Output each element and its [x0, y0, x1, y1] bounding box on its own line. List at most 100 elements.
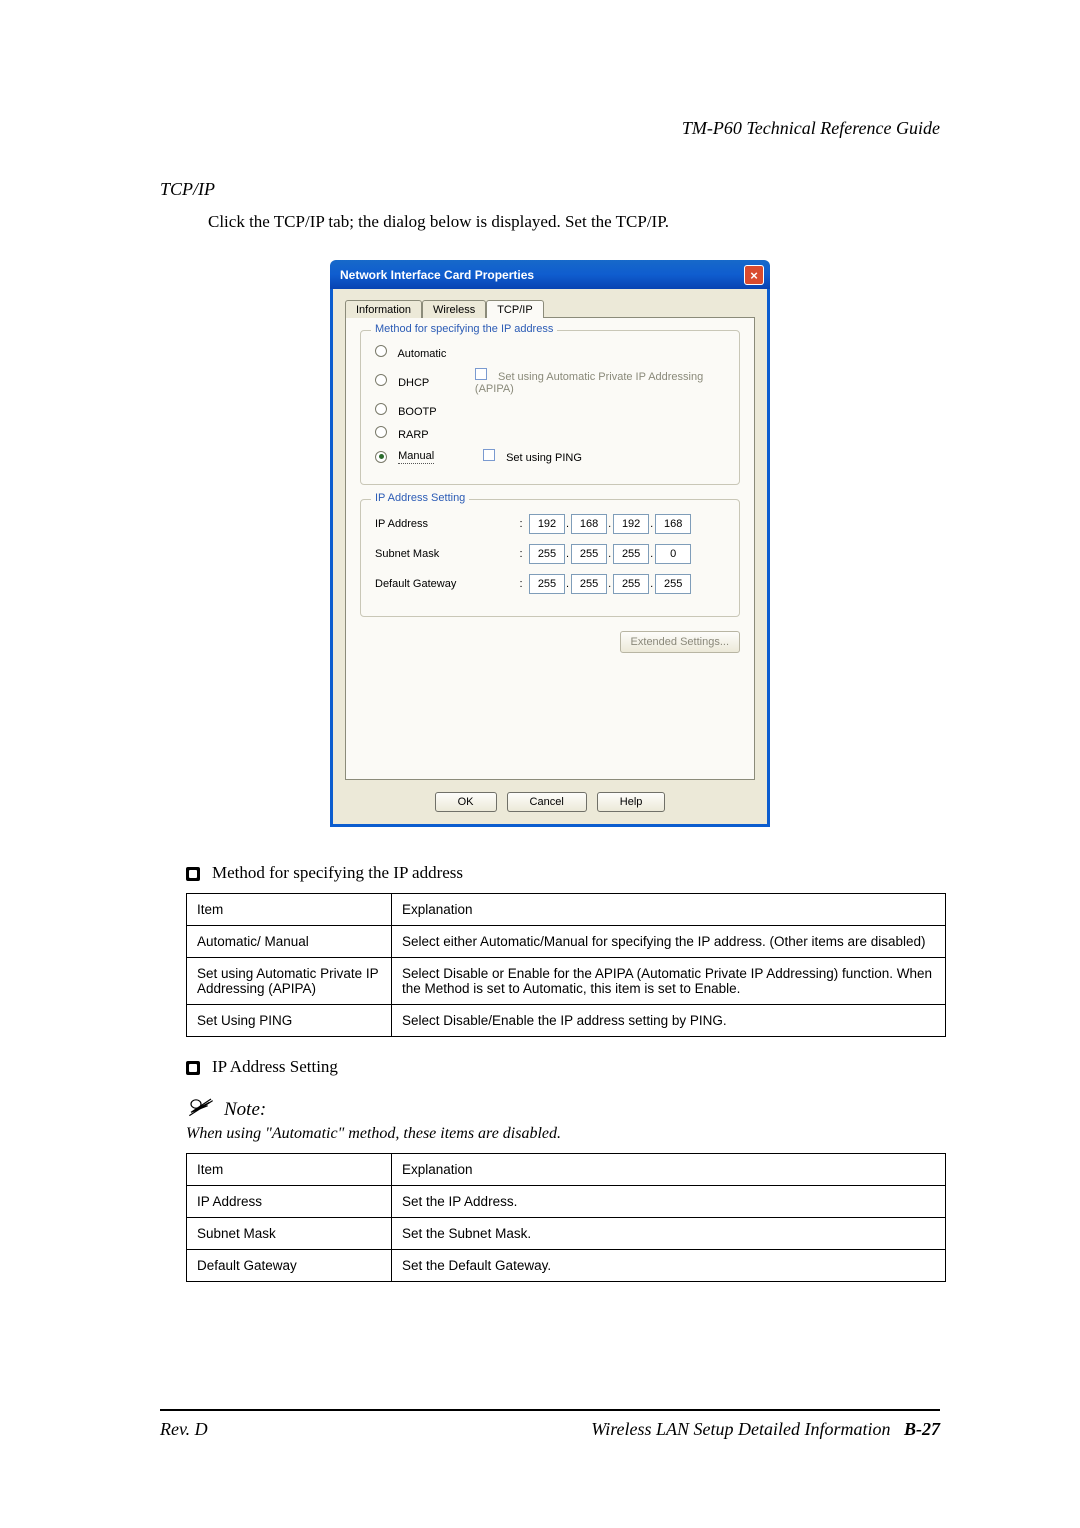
group-ip-settings: IP Address Setting IP Address : 192. 168… [360, 499, 740, 617]
table-row: Set Using PING Select Disable/Enable the… [187, 1005, 946, 1037]
list-item-ipsetting: IP Address Setting [186, 1057, 940, 1077]
table-row: Set using Automatic Private IP Addressin… [187, 958, 946, 1005]
table-head-item: Item [187, 1154, 392, 1186]
table-cell-exp: Select Disable/Enable the IP address set… [392, 1005, 946, 1037]
radio-automatic-label: Automatic [397, 348, 446, 360]
dialog-titlebar: Network Interface Card Properties × [330, 260, 770, 289]
bullet-icon [186, 1061, 200, 1075]
table-head-explanation: Explanation [392, 894, 946, 926]
table-cell-item: Subnet Mask [187, 1218, 392, 1250]
dialog-button-row: OK Cancel Help [345, 792, 755, 812]
tab-information[interactable]: Information [345, 300, 422, 318]
footer-section-title: Wireless LAN Setup Detailed Information [591, 1419, 890, 1439]
group-ip-legend: IP Address Setting [371, 492, 469, 504]
note-text: When using "Automatic" method, these ite… [186, 1125, 940, 1143]
note-block: Note: [186, 1097, 940, 1121]
footer-rev: Rev. D [160, 1419, 208, 1440]
table-cell-item: Set using Automatic Private IP Addressin… [187, 958, 392, 1005]
note-icon [186, 1097, 216, 1121]
table-cell-exp: Set the Default Gateway. [392, 1250, 946, 1282]
ipaddr-octet4[interactable]: 168 [655, 514, 691, 534]
dot-icon: . [608, 548, 611, 560]
dot-icon: . [566, 578, 569, 590]
tab-tcpip[interactable]: TCP/IP [486, 300, 543, 318]
dot-icon: . [566, 518, 569, 530]
dot-icon: . [650, 518, 653, 530]
table-row: Item Explanation [187, 894, 946, 926]
table-cell-item: Default Gateway [187, 1250, 392, 1282]
ipaddr-octet3[interactable]: 192 [613, 514, 649, 534]
table-row: Subnet Mask Set the Subnet Mask. [187, 1218, 946, 1250]
dialog-body: Information Wireless TCP/IP Method for s… [330, 289, 770, 827]
section-heading: TCP/IP [160, 179, 940, 200]
table-cell-exp: Select Disable or Enable for the APIPA (… [392, 958, 946, 1005]
tab-panel-tcpip: Method for specifying the IP address Aut… [345, 318, 755, 780]
close-icon[interactable]: × [744, 265, 764, 285]
bullet-icon [186, 867, 200, 881]
list-item-method: Method for specifying the IP address [186, 863, 940, 883]
section-intro: Click the TCP/IP tab; the dialog below i… [208, 212, 940, 232]
table-row: Item Explanation [187, 1154, 946, 1186]
colon-icon: : [513, 518, 529, 530]
table-ipsetting: Item Explanation IP Address Set the IP A… [186, 1153, 946, 1282]
checkbox-ping[interactable] [483, 449, 495, 461]
group-method-legend: Method for specifying the IP address [371, 323, 557, 335]
checkbox-apipa-label: Set using Automatic Private IP Addressin… [475, 371, 703, 395]
dot-icon: . [608, 518, 611, 530]
gw-octet3[interactable]: 255 [613, 574, 649, 594]
table-head-explanation: Explanation [392, 1154, 946, 1186]
ipaddr-octet2[interactable]: 168 [571, 514, 607, 534]
dot-icon: . [650, 578, 653, 590]
colon-icon: : [513, 548, 529, 560]
nic-properties-dialog: Network Interface Card Properties × Info… [330, 260, 770, 827]
radio-bootp[interactable] [375, 403, 387, 415]
extended-settings-button[interactable]: Extended Settings... [620, 631, 740, 653]
mask-octet3[interactable]: 255 [613, 544, 649, 564]
table-head-item: Item [187, 894, 392, 926]
doc-header-title: TM-P60 Technical Reference Guide [160, 118, 940, 139]
help-button[interactable]: Help [597, 792, 666, 812]
page-footer: Rev. D Wireless LAN Setup Detailed Infor… [160, 1419, 940, 1440]
dialog-title: Network Interface Card Properties [340, 268, 534, 282]
table-row: Automatic/ Manual Select either Automati… [187, 926, 946, 958]
row-ipaddress: IP Address : 192. 168. 192. 168 [375, 514, 725, 534]
mask-octet1[interactable]: 255 [529, 544, 565, 564]
checkbox-apipa[interactable] [475, 368, 487, 380]
radio-bootp-label: BOOTP [398, 406, 437, 418]
checkbox-ping-label: Set using PING [506, 452, 582, 464]
radio-rarp-label: RARP [398, 429, 429, 441]
table-cell-exp: Select either Automatic/Manual for speci… [392, 926, 946, 958]
gw-octet4[interactable]: 255 [655, 574, 691, 594]
list-item-method-text: Method for specifying the IP address [212, 863, 463, 883]
label-subnetmask: Subnet Mask [375, 548, 513, 560]
list-item-ipsetting-text: IP Address Setting [212, 1057, 338, 1077]
mask-octet4[interactable]: 0 [655, 544, 691, 564]
row-gateway: Default Gateway : 255. 255. 255. 255 [375, 574, 725, 594]
ipaddr-octet1[interactable]: 192 [529, 514, 565, 534]
label-ipaddress: IP Address [375, 518, 513, 530]
gw-octet1[interactable]: 255 [529, 574, 565, 594]
dot-icon: . [650, 548, 653, 560]
radio-rarp[interactable] [375, 426, 387, 438]
table-cell-exp: Set the Subnet Mask. [392, 1218, 946, 1250]
table-cell-exp: Set the IP Address. [392, 1186, 946, 1218]
dialog-tabs: Information Wireless TCP/IP [345, 299, 755, 318]
radio-dhcp-label: DHCP [398, 377, 429, 389]
cancel-button[interactable]: Cancel [507, 792, 587, 812]
tab-wireless[interactable]: Wireless [422, 300, 486, 318]
gw-octet2[interactable]: 255 [571, 574, 607, 594]
table-cell-item: Automatic/ Manual [187, 926, 392, 958]
group-method: Method for specifying the IP address Aut… [360, 330, 740, 485]
radio-automatic[interactable] [375, 345, 387, 357]
dot-icon: . [566, 548, 569, 560]
table-row: IP Address Set the IP Address. [187, 1186, 946, 1218]
radio-dhcp[interactable] [375, 374, 387, 386]
mask-octet2[interactable]: 255 [571, 544, 607, 564]
dot-icon: . [608, 578, 611, 590]
ok-button[interactable]: OK [435, 792, 497, 812]
note-label: Note: [224, 1099, 266, 1121]
radio-manual[interactable] [375, 451, 387, 463]
table-method: Item Explanation Automatic/ Manual Selec… [186, 893, 946, 1037]
colon-icon: : [513, 578, 529, 590]
row-subnetmask: Subnet Mask : 255. 255. 255. 0 [375, 544, 725, 564]
